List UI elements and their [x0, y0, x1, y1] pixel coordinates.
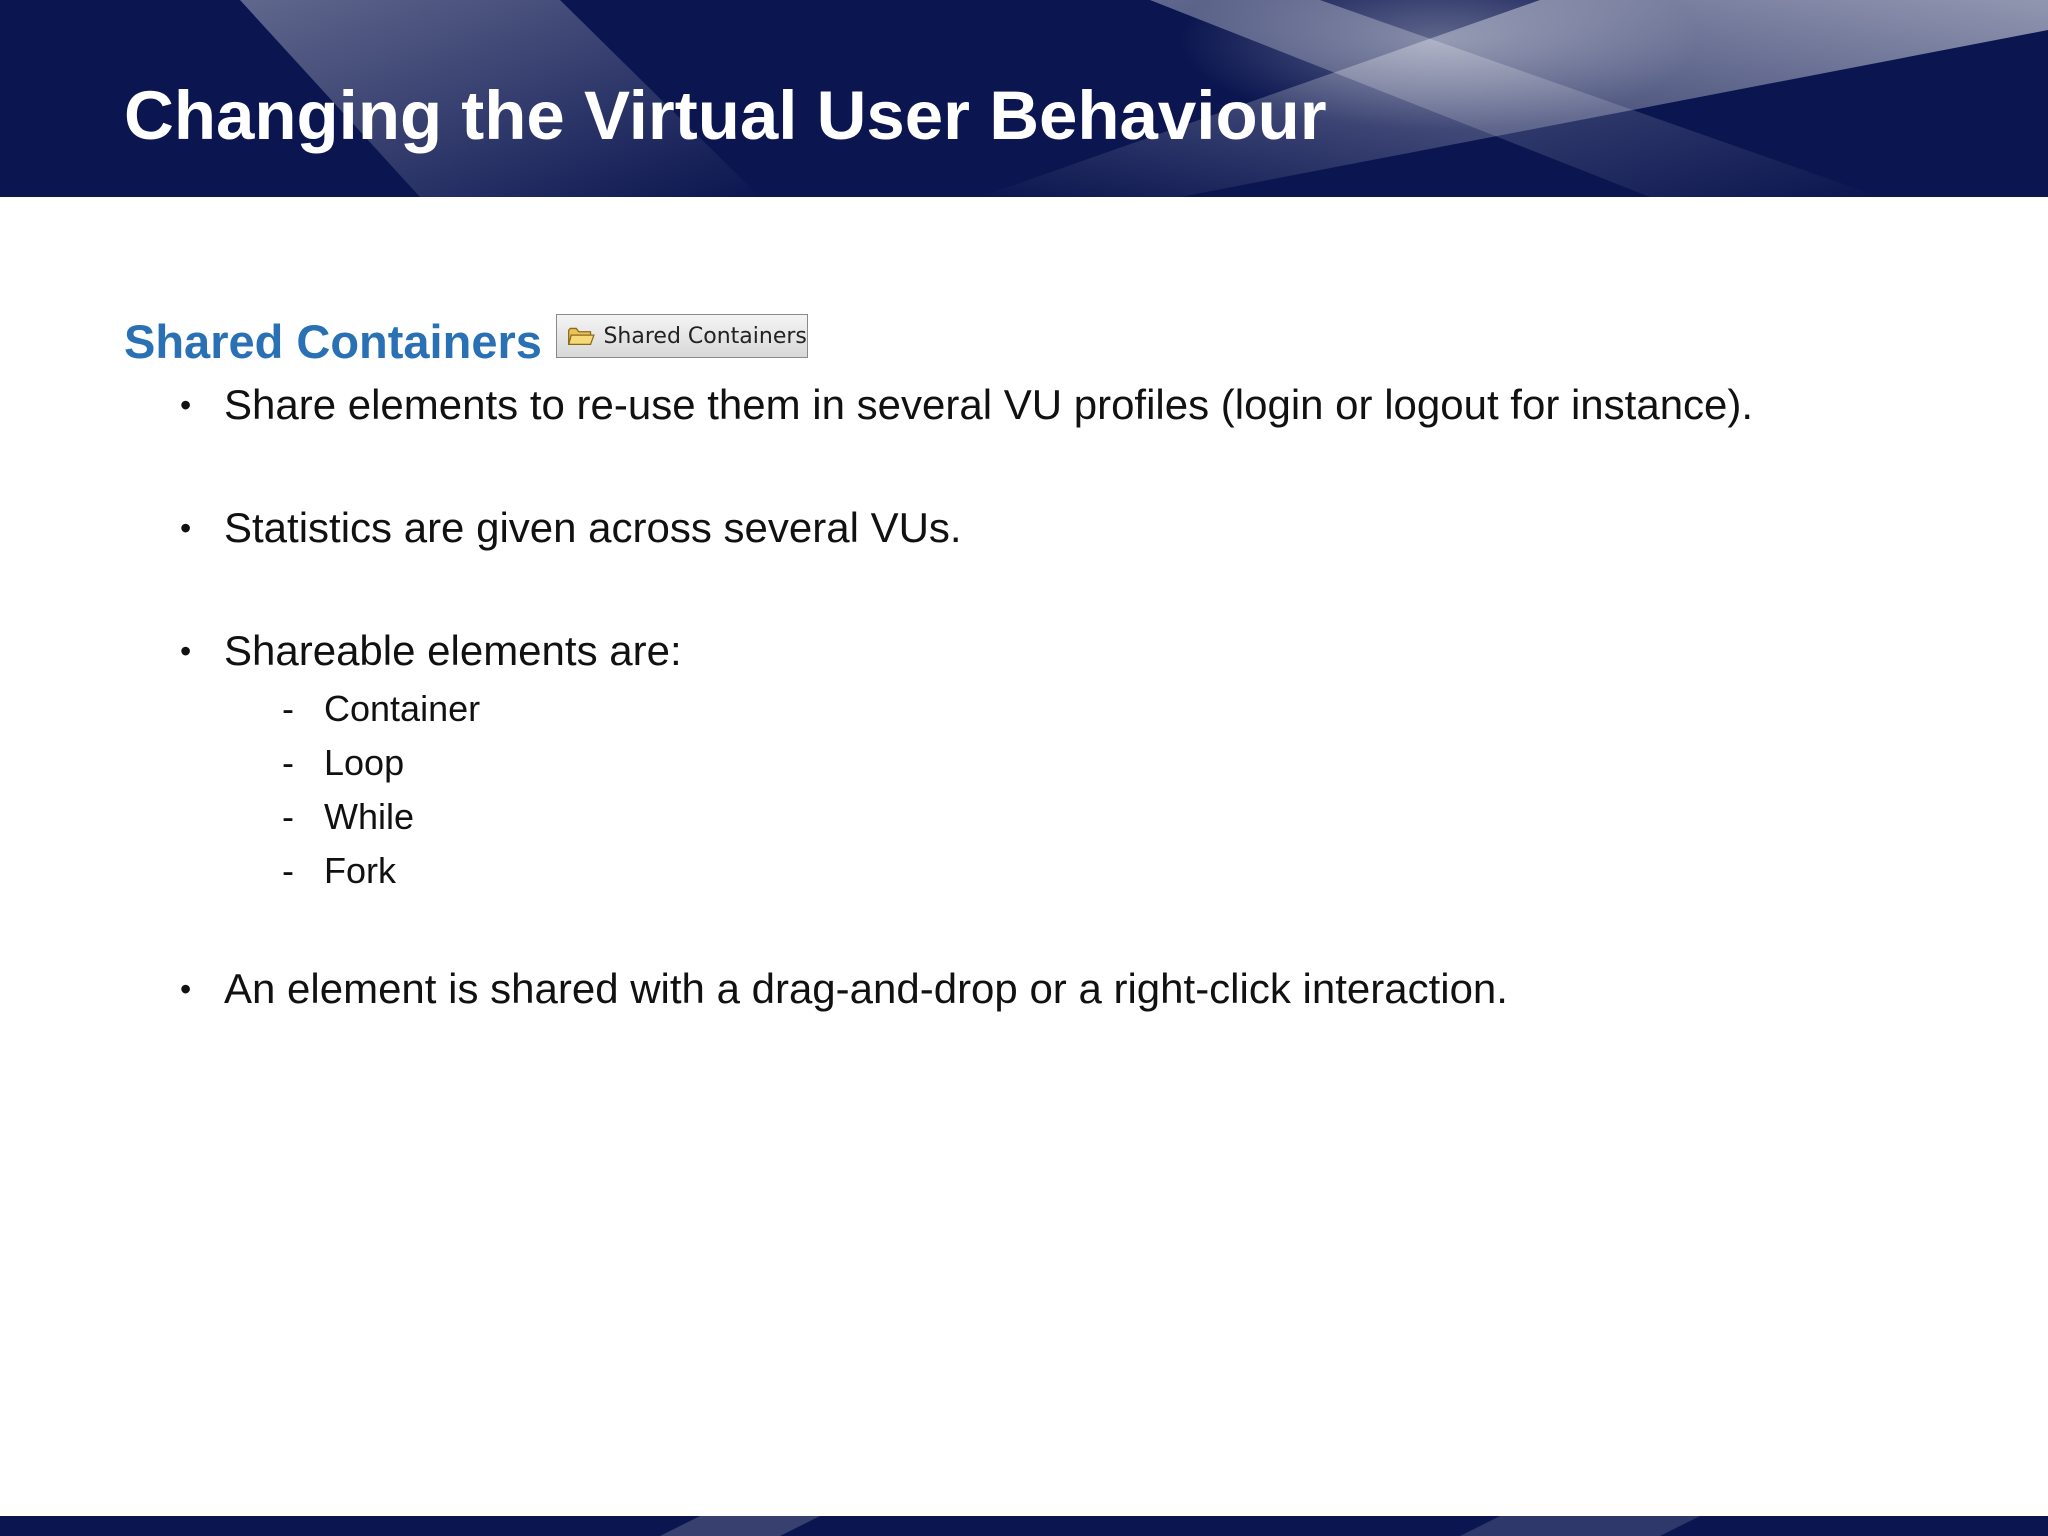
sub-list-item: - Container — [282, 687, 480, 731]
slide: Changing the Virtual User Behaviour Shar… — [0, 0, 2048, 1536]
sub-text: While — [324, 796, 415, 837]
slide-footer — [0, 1516, 2048, 1536]
sub-text: Container — [324, 688, 481, 729]
bullet-text: Shareable elements are: — [224, 627, 682, 674]
bullet-dot: • — [180, 971, 192, 1007]
sub-list-item: - While — [282, 795, 414, 839]
footer-background — [0, 1516, 2048, 1536]
bullet-item: • Shareable elements are: — [180, 626, 682, 676]
sub-list-item: - Fork — [282, 849, 396, 893]
folder-icon — [567, 327, 595, 346]
slide-header: Changing the Virtual User Behaviour — [0, 0, 2048, 197]
sub-dash: - — [282, 742, 294, 783]
sub-list-item: - Loop — [282, 741, 404, 785]
bullet-text: Share elements to re-use them in several… — [224, 381, 1754, 428]
bullet-item: • An element is shared with a drag-and-d… — [180, 964, 1508, 1014]
sub-text: Loop — [324, 742, 405, 783]
bullet-dot: • — [180, 387, 192, 423]
bullet-text: An element is shared with a drag-and-dro… — [224, 965, 1508, 1012]
bullet-dot: • — [180, 510, 192, 546]
bullet-dot: • — [180, 633, 192, 669]
sub-dash: - — [282, 796, 294, 837]
bullet-item: • Share elements to re-use them in sever… — [180, 380, 1753, 430]
bullet-item: • Statistics are given across several VU… — [180, 503, 962, 553]
sub-text: Fork — [324, 850, 396, 891]
sub-dash: - — [282, 688, 294, 729]
bullet-text: Statistics are given across several VUs. — [224, 504, 962, 551]
section-title: Shared Containers — [124, 315, 542, 368]
tab-button-label: Shared Containers — [603, 323, 807, 349]
sub-dash: - — [282, 850, 294, 891]
section-heading-row: Shared Containers Shared Containers — [124, 310, 808, 374]
slide-title: Changing the Virtual User Behaviour — [124, 77, 1327, 154]
shared-containers-tab-button[interactable]: Shared Containers — [555, 314, 808, 358]
